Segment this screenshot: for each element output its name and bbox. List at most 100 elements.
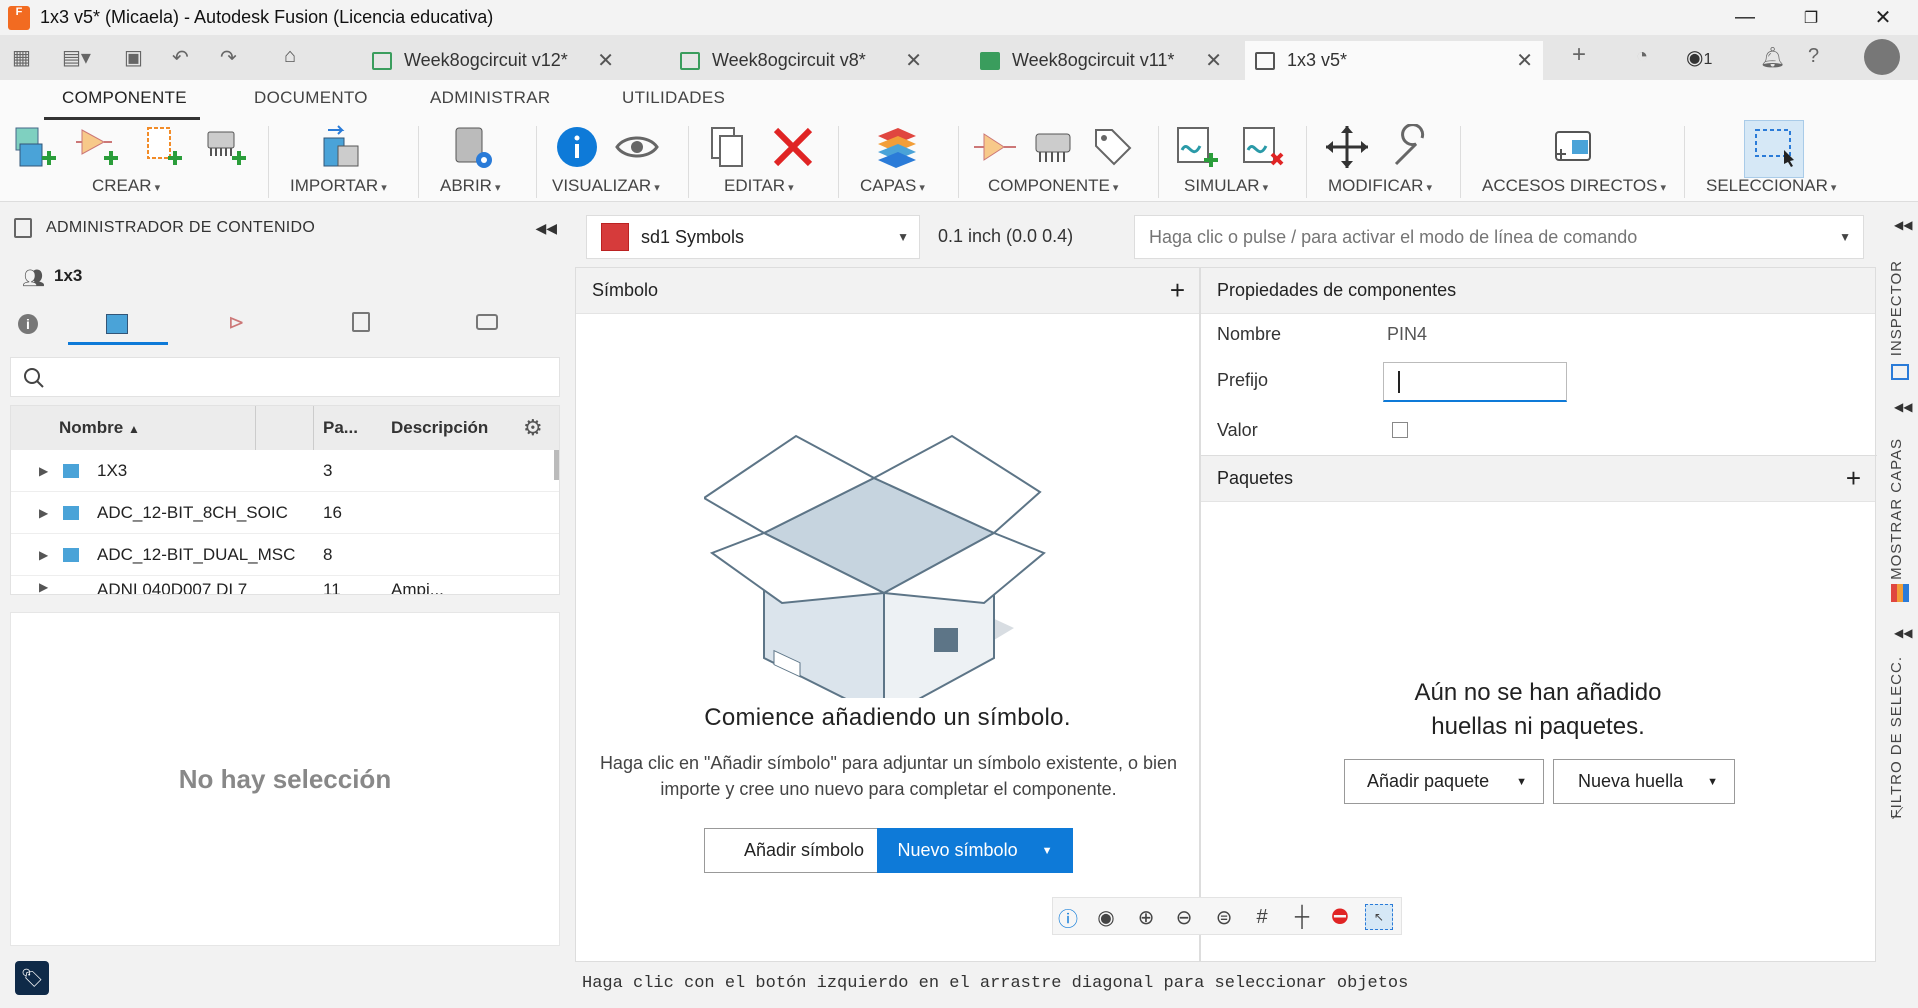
job-status-icon[interactable]: ◔ bbox=[1636, 45, 1648, 68]
chevron-down-icon[interactable]: ▼ bbox=[1042, 845, 1053, 857]
wrench-icon[interactable] bbox=[1388, 124, 1434, 170]
col-header-description[interactable]: Descripción bbox=[391, 418, 488, 438]
expand-icon[interactable]: ▶ bbox=[39, 464, 48, 478]
group-label-componente[interactable]: COMPONENTE bbox=[988, 176, 1118, 196]
show-icon[interactable]: ◉ bbox=[1093, 904, 1119, 930]
save-icon[interactable]: ▣ bbox=[124, 45, 143, 70]
new-device-icon[interactable] bbox=[138, 124, 184, 170]
add-symbol-icon[interactable]: + bbox=[1170, 275, 1185, 306]
package-icon[interactable] bbox=[1030, 124, 1076, 170]
tab-week8-v11[interactable]: Week8ogcircuit v11* ✕ bbox=[970, 41, 1232, 80]
close-window-button[interactable]: ✕ bbox=[1855, 0, 1911, 35]
new-symbol-icon[interactable] bbox=[74, 124, 120, 170]
show-layers-tab[interactable]: MOSTRAR CAPAS bbox=[1888, 438, 1905, 580]
add-package-button[interactable]: Añadir paquete ▼ bbox=[1344, 759, 1544, 804]
expand-icon[interactable]: ▶ bbox=[39, 548, 48, 562]
layer-select[interactable]: sd1 Symbols ▼ bbox=[586, 215, 920, 259]
new-footprint-button[interactable]: Nueva huella ▼ bbox=[1553, 759, 1735, 804]
group-label-abrir[interactable]: ABRIR bbox=[440, 176, 501, 196]
close-tab-icon[interactable]: ✕ bbox=[1516, 48, 1533, 73]
library-manager-icon[interactable] bbox=[450, 124, 496, 170]
footprints-tab-icon[interactable] bbox=[352, 312, 370, 332]
apps-grid-icon[interactable]: ▦ bbox=[12, 45, 31, 70]
attribute-tag-icon[interactable] bbox=[1090, 124, 1136, 170]
origin-icon[interactable]: ┼ bbox=[1289, 904, 1315, 930]
pin-icon[interactable] bbox=[972, 124, 1018, 170]
bell-icon[interactable]: 🔔︎ bbox=[1760, 45, 1785, 70]
expand-layers-icon[interactable]: ◀◀ bbox=[1894, 400, 1912, 414]
simulation-model-icon[interactable] bbox=[1174, 124, 1220, 170]
inspector-icon[interactable] bbox=[1891, 364, 1909, 380]
layers-icon[interactable] bbox=[1891, 584, 1909, 602]
packages-tab-icon[interactable] bbox=[476, 314, 498, 330]
tab-documento[interactable]: DOCUMENTO bbox=[254, 88, 368, 108]
group-label-crear[interactable]: CREAR bbox=[92, 176, 160, 196]
window-select-icon[interactable] bbox=[1752, 124, 1798, 170]
table-row[interactable]: ▶ 1X3 3 bbox=[11, 450, 559, 492]
table-row[interactable]: ▶ ADNI 040D007 DI 7 11 Ampi... bbox=[11, 576, 559, 594]
gear-icon[interactable]: ⚙ bbox=[523, 415, 543, 441]
zoom-fit-icon[interactable]: ⊜ bbox=[1211, 904, 1237, 930]
delete-icon[interactable] bbox=[770, 124, 816, 170]
inspector-tab[interactable]: INSPECTOR bbox=[1888, 260, 1905, 356]
symbols-tab-icon[interactable]: ⊳ bbox=[228, 310, 245, 335]
search-input[interactable] bbox=[10, 357, 560, 397]
group-label-capas[interactable]: CAPAS bbox=[860, 176, 925, 196]
collapse-panel-icon[interactable]: ◀◀ bbox=[535, 220, 557, 237]
undo-icon[interactable]: ↶ bbox=[172, 45, 189, 70]
command-line-input[interactable] bbox=[1149, 226, 1829, 248]
tab-1x3-v5[interactable]: 1x3 v5* ✕ bbox=[1245, 41, 1543, 80]
selection-filter-tab[interactable]: FILTRO DE SELECC. bbox=[1888, 656, 1905, 819]
add-symbol-button[interactable]: Añadir símbolo bbox=[704, 828, 904, 873]
group-label-simular[interactable]: SIMULAR bbox=[1184, 176, 1268, 196]
window-select-icon[interactable]: ↖ bbox=[1365, 904, 1393, 930]
layers-icon[interactable] bbox=[874, 124, 920, 170]
move-icon[interactable] bbox=[1324, 124, 1370, 170]
expand-inspector-icon[interactable]: ◀◀ bbox=[1894, 218, 1912, 232]
info-icon[interactable]: ⓘ bbox=[1055, 904, 1081, 931]
devices-tab-icon[interactable] bbox=[106, 314, 128, 334]
new-footprint-icon[interactable] bbox=[202, 124, 248, 170]
panel-toggle-icon[interactable] bbox=[14, 218, 32, 238]
expand-filter-icon[interactable]: ◀◀ bbox=[1894, 626, 1912, 640]
expand-icon[interactable]: ▶ bbox=[39, 506, 48, 520]
tab-componente[interactable]: COMPONENTE bbox=[62, 88, 187, 108]
minimize-button[interactable]: — bbox=[1717, 0, 1773, 35]
tag-icon[interactable]: 🏷︎ bbox=[15, 961, 49, 995]
close-tab-icon[interactable]: ✕ bbox=[905, 48, 922, 73]
help-icon[interactable]: ? bbox=[1808, 45, 1819, 68]
table-row[interactable]: ▶ ADC_12-BIT_DUAL_MSC 8 bbox=[11, 534, 559, 576]
zoom-in-icon[interactable]: ⊕ bbox=[1133, 904, 1159, 930]
copy-icon[interactable] bbox=[706, 124, 752, 170]
updates-icon[interactable]: ◉1 bbox=[1686, 45, 1712, 70]
close-tab-icon[interactable]: ✕ bbox=[597, 48, 614, 73]
tab-week8-v8[interactable]: Week8ogcircuit v8* ✕ bbox=[670, 41, 932, 80]
grid-icon[interactable]: # bbox=[1249, 904, 1275, 930]
chevron-down-icon[interactable]: ▼ bbox=[1516, 776, 1527, 788]
col-header-name[interactable]: Nombre ▲ bbox=[59, 418, 140, 438]
new-component-icon[interactable] bbox=[12, 124, 58, 170]
group-label-importar[interactable]: IMPORTAR bbox=[290, 176, 387, 196]
table-row[interactable]: ▶ ADC_12-BIT_8CH_SOIC 16 bbox=[11, 492, 559, 534]
group-label-seleccionar[interactable]: SELECCIONAR bbox=[1706, 176, 1836, 196]
tab-administrar[interactable]: ADMINISTRAR bbox=[430, 88, 550, 108]
group-label-modificar[interactable]: MODIFICAR bbox=[1328, 176, 1432, 196]
new-tab-icon[interactable]: + bbox=[1572, 41, 1586, 69]
group-label-accesos[interactable]: ACCESOS DIRECTOS bbox=[1482, 176, 1666, 196]
table-scrollbar[interactable] bbox=[554, 450, 559, 480]
avatar[interactable] bbox=[1864, 39, 1900, 75]
shortcuts-icon[interactable] bbox=[1550, 124, 1596, 170]
add-package-icon[interactable]: + bbox=[1846, 463, 1861, 494]
expand-icon[interactable]: ▶ bbox=[39, 580, 48, 594]
info-tab-icon[interactable]: i bbox=[18, 314, 38, 334]
new-symbol-button[interactable]: Nuevo símbolo ▼ bbox=[877, 828, 1073, 873]
tab-week8-v12[interactable]: Week8ogcircuit v12* ✕ bbox=[362, 41, 624, 80]
chevron-down-icon[interactable]: ▼ bbox=[1839, 230, 1851, 244]
close-tab-icon[interactable]: ✕ bbox=[1205, 48, 1222, 73]
zoom-out-icon[interactable]: ⊖ bbox=[1171, 904, 1197, 930]
col-header-pads[interactable]: Pa... bbox=[323, 418, 358, 438]
show-icon[interactable] bbox=[614, 124, 660, 170]
info-icon[interactable] bbox=[554, 124, 600, 170]
command-line[interactable]: ▼ bbox=[1134, 215, 1864, 259]
import-icon[interactable] bbox=[318, 124, 364, 170]
